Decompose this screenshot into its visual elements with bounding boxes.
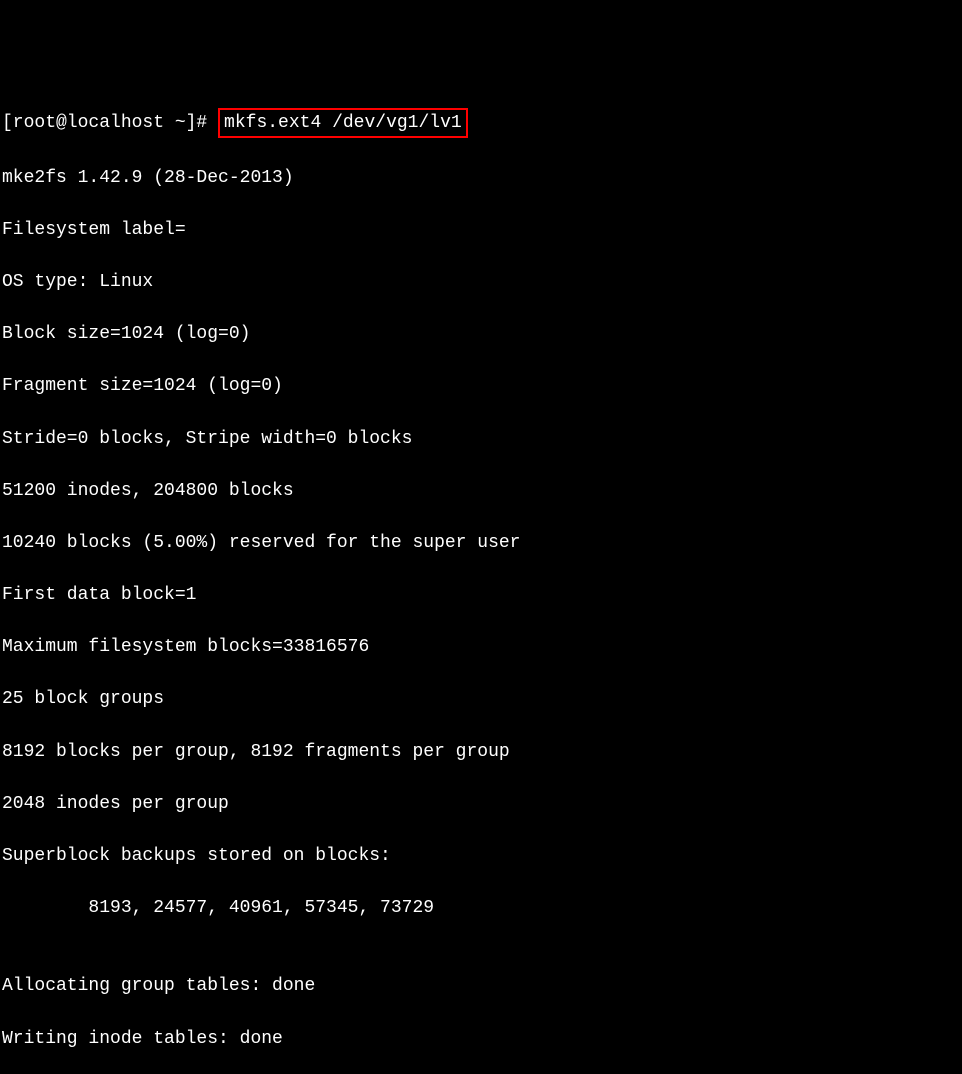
- output-line: 25 block groups: [2, 686, 960, 712]
- highlighted-command: mkfs.ext4 /dev/vg1/lv1: [218, 108, 468, 138]
- output-line: Superblock backups stored on blocks:: [2, 843, 960, 869]
- output-line: 51200 inodes, 204800 blocks: [2, 478, 960, 504]
- output-line: Maximum filesystem blocks=33816576: [2, 634, 960, 660]
- output-line: 10240 blocks (5.00%) reserved for the su…: [2, 530, 960, 556]
- output-line: Block size=1024 (log=0): [2, 321, 960, 347]
- output-line: Filesystem label=: [2, 217, 960, 243]
- command-line[interactable]: [root@localhost ~]# mkfs.ext4 /dev/vg1/l…: [2, 108, 960, 138]
- output-line: Stride=0 blocks, Stripe width=0 blocks: [2, 426, 960, 452]
- output-line: 2048 inodes per group: [2, 791, 960, 817]
- output-line: OS type: Linux: [2, 269, 960, 295]
- output-line: mke2fs 1.42.9 (28-Dec-2013): [2, 165, 960, 191]
- output-line: 8192 blocks per group, 8192 fragments pe…: [2, 739, 960, 765]
- output-line: Allocating group tables: done: [2, 973, 960, 999]
- output-line: Writing inode tables: done: [2, 1026, 960, 1052]
- output-line: Fragment size=1024 (log=0): [2, 373, 960, 399]
- shell-prompt: [root@localhost ~]#: [2, 113, 218, 133]
- output-line: First data block=1: [2, 582, 960, 608]
- output-line: 8193, 24577, 40961, 57345, 73729: [2, 895, 960, 921]
